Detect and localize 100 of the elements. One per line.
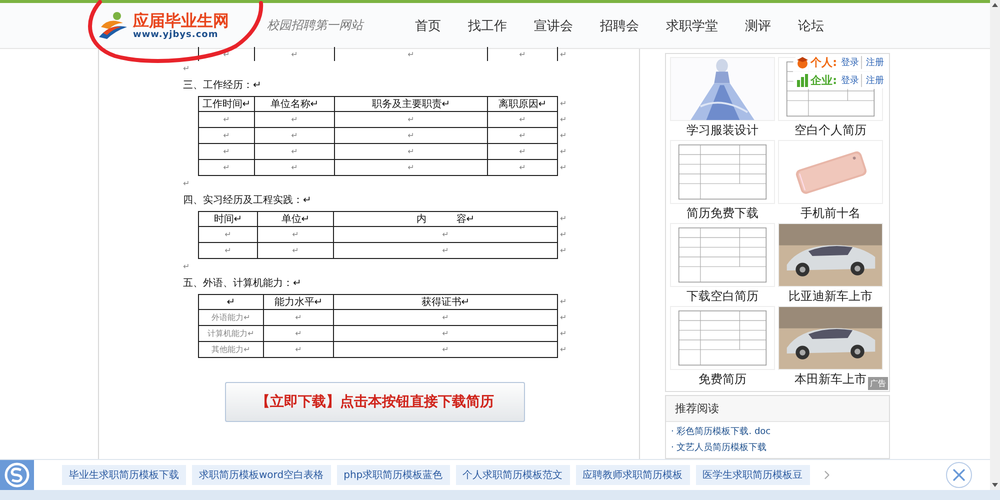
paragraph-mark: ↵ [183,63,191,75]
table-header-cell: 单位名称↵ [255,96,335,112]
close-icon[interactable] [946,462,972,488]
account-type-label: 个人: [810,55,837,70]
ad-caption[interactable]: 简历免费下载 [686,204,758,223]
article-link[interactable]: · 彩色简历模板下载. doc [671,427,889,438]
table-cell: ↵ [488,144,558,160]
table-cell: ↵ [334,342,558,358]
table-cell: ↵ [488,128,558,144]
paragraph-mark: ↵ [559,312,568,324]
download-button[interactable]: 【立即下载】点击本按钮直接下载简历 [225,382,525,422]
search-suggestion[interactable]: 医学生求职简历模板豆 [696,465,810,485]
table-cell: 其他能力↵ [198,342,264,358]
table-cell: ↵ [198,243,258,259]
table-cell: ↵ [198,112,255,128]
table-header-cell: 能力水平↵ [264,294,334,310]
table-header-cell: 离职原因↵ [488,96,558,112]
nav-link[interactable]: 宣讲会 [522,16,585,34]
table-cell: ↵ [335,112,488,128]
table-cell: 计算机能力↵ [198,326,264,342]
paragraph-mark: ↵ [559,130,568,142]
paragraph-mark: ↵ [559,162,568,174]
table-cell: ↵ [198,227,258,243]
ad-caption[interactable]: 空白个人简历 [794,121,866,140]
ad-caption[interactable]: 免费简历 [698,370,746,389]
ad-caption[interactable]: 本田新车上市 [794,370,866,389]
table-cell: ↵ [334,310,558,326]
table-cell: ↵ [335,160,488,176]
nav-link[interactable]: 求职学堂 [654,16,730,34]
bar-chart-icon [796,74,809,87]
table-header-cell: 职务及主要职责↵ [335,96,488,112]
section-heading: 五、外语、计算机能力：↵ [183,276,302,291]
scrollbar[interactable] [990,0,1000,490]
nav-link[interactable]: 论坛 [786,16,836,34]
paragraph-mark: ↵ [559,98,568,110]
table-cell: ↵ [264,326,334,342]
slogan: 校园招聘第一网站 [267,17,366,34]
table-cell: ↵ [488,47,558,61]
login-link[interactable]: 注册 [864,56,886,69]
table-cell: ↵ [255,144,335,160]
table-cell: ↵ [258,243,334,259]
paragraph-mark: ↵ [559,245,568,257]
table-cell: ↵ [258,227,334,243]
logo-title: 应届毕业生网 [133,12,229,30]
table-cell: 外语能力↵ [198,310,264,326]
table-cell: ↵ [488,112,558,128]
paragraph-mark: ↵ [559,328,568,340]
search-suggestion[interactable]: 应聘教师求职简历模板 [576,465,690,485]
table-cell: ↵ [198,160,255,176]
section-heading: 四、实习经历及工程实践：↵ [183,194,312,208]
login-link[interactable]: 登录 [839,56,862,69]
table-cell: ↵ [334,243,558,259]
panel-title: 推荐阅读 [666,396,889,422]
section-heading: 三、工作经历：↵ [183,79,262,93]
logo-icon [97,10,129,40]
login-link[interactable]: 注册 [864,74,886,87]
account-type-label: 企业: [810,73,837,88]
logo-url: www.yjbys.com [133,30,220,40]
table-cell: ↵ [198,144,255,160]
table-cell: ↵ [335,128,488,144]
ad-caption[interactable]: 比亚迪新车上市 [788,287,872,306]
table-cell: ↵ [255,160,335,176]
nav-link[interactable]: 首页 [403,16,453,34]
table-cell: ↵ [198,47,255,61]
table-cell: ↵ [335,47,488,61]
paragraph-mark: ↵ [559,229,568,241]
nav-link[interactable]: 找工作 [456,16,519,34]
table-cell: ↵ [264,342,334,358]
ad-caption[interactable]: 手机前十名 [800,204,860,223]
table-header-cell: 单位↵ [258,211,334,227]
table-header-cell: ↵ [198,294,264,310]
search-suggestion[interactable]: 毕业生求职简历模板下载 [62,465,186,485]
search-suggestion[interactable]: 个人求职简历模板范文 [456,465,570,485]
nav-link[interactable]: 招聘会 [588,16,651,34]
article-link[interactable]: · 文艺人员简历模板下载 [671,443,889,454]
paragraph-mark: ↵ [559,49,568,61]
paragraph-mark: ↵ [559,146,568,158]
table-header-cell: 内 容↵ [334,211,558,227]
table-header-cell: 时间↵ [198,211,258,227]
table-cell: ↵ [264,310,334,326]
paragraph-mark: ↵ [559,114,568,126]
paragraph-mark: ↵ [559,344,568,356]
paragraph-mark: ↵ [183,178,191,190]
table-cell: ↵ [255,47,335,61]
ad-caption[interactable]: 学习服装设计 [686,121,758,140]
table-header-cell: 工作时间↵ [198,96,255,112]
table-cell: ↵ [334,326,558,342]
table-header-cell: 获得证书↵ [334,294,558,310]
search-suggestion[interactable]: php求职简历模板蓝色 [336,465,450,485]
login-link[interactable]: 登录 [839,74,862,87]
graduate-icon [796,56,809,69]
nav-link[interactable]: 测评 [733,16,783,34]
table-cell: ↵ [488,160,558,176]
table-cell: ↵ [255,112,335,128]
table-cell: ↵ [198,128,255,144]
ad-caption[interactable]: 下载空白简历 [686,287,758,306]
paragraph-mark: ↵ [559,296,568,308]
search-suggestion[interactable]: 求职简历模板word空白表格 [192,465,331,485]
table-cell: ↵ [335,144,488,160]
table-cell: ↵ [334,227,558,243]
